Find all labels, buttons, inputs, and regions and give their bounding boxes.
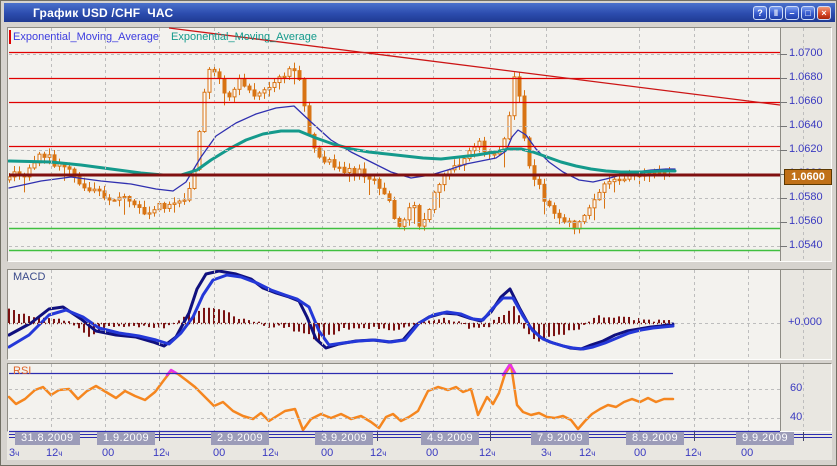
help-button[interactable]: ? bbox=[753, 6, 767, 20]
macd-panel[interactable] bbox=[7, 269, 832, 360]
app-window: График USD /CHF ЧАС ? ‖ – □ × Exponentia… bbox=[0, 0, 837, 466]
window-title: График USD /CHF ЧАС bbox=[4, 6, 173, 20]
window-controls: ? ‖ – □ × bbox=[753, 6, 835, 20]
close-icon[interactable]: × bbox=[817, 6, 831, 20]
minimize-button[interactable]: – bbox=[785, 6, 799, 20]
rsi-panel[interactable] bbox=[7, 363, 832, 432]
main-chart-panel[interactable] bbox=[7, 27, 832, 262]
date-axis[interactable] bbox=[7, 432, 832, 460]
pause-button[interactable]: ‖ bbox=[769, 6, 783, 20]
maximize-button[interactable]: □ bbox=[801, 6, 815, 20]
title-bar[interactable]: График USD /CHF ЧАС ? ‖ – □ × bbox=[4, 3, 835, 22]
